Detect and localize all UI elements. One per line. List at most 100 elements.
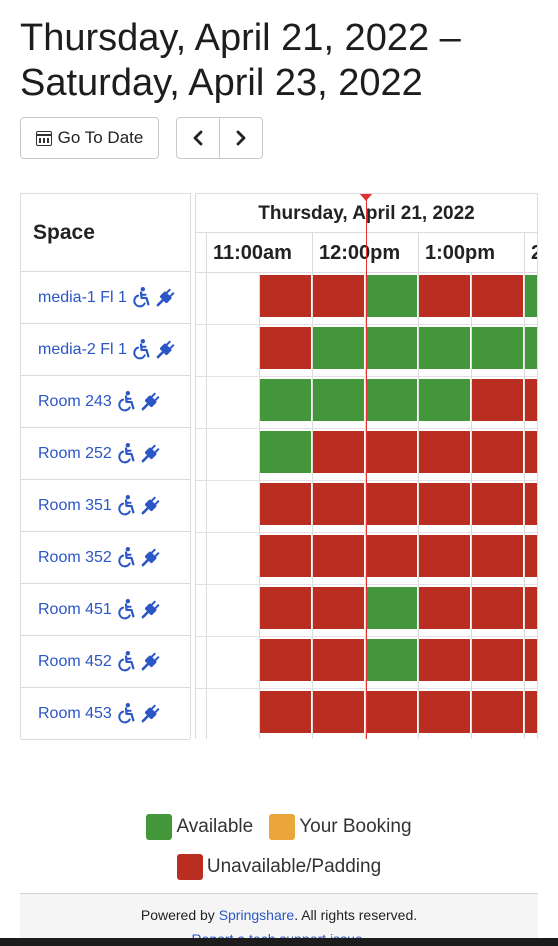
space-link[interactable]: Room 252 — [38, 445, 112, 463]
legend-available: Available — [146, 814, 253, 840]
space-link[interactable]: Room 351 — [38, 497, 112, 515]
bottom-bar — [0, 938, 558, 946]
unavailable-slot — [524, 691, 537, 733]
unavailable-slot — [365, 691, 418, 733]
power-plug-icon — [138, 494, 162, 518]
calendar-icon — [35, 130, 52, 146]
power-plug-icon — [138, 702, 162, 726]
space-row: Room 352 — [21, 532, 190, 584]
available-slot[interactable] — [524, 327, 537, 369]
space-row: Room 252 — [21, 428, 190, 480]
grid-line — [418, 273, 419, 739]
chevron-left-icon — [193, 130, 203, 146]
available-slot[interactable] — [259, 431, 312, 473]
unavailable-slot — [471, 535, 524, 577]
powered-by-text: Powered by — [140, 907, 215, 923]
unavailable-slot — [259, 327, 312, 369]
accessible-icon — [115, 442, 137, 466]
space-link[interactable]: media-2 Fl 1 — [38, 341, 127, 359]
go-to-date-button[interactable]: Go To Date — [20, 117, 159, 159]
unavailable-slot — [312, 275, 365, 317]
unavailable-slot — [259, 639, 312, 681]
available-slot[interactable] — [365, 327, 418, 369]
power-plug-icon — [138, 598, 162, 622]
available-slot[interactable] — [259, 379, 312, 421]
available-slot[interactable] — [365, 379, 418, 421]
unavailable-slot — [418, 587, 471, 629]
grid-line — [259, 273, 260, 739]
grid-line — [312, 273, 313, 739]
space-column-header: Space — [21, 193, 190, 272]
unavailable-slot — [471, 379, 524, 421]
unavailable-slot — [471, 275, 524, 317]
available-slot[interactable] — [471, 327, 524, 369]
available-slot[interactable] — [365, 587, 418, 629]
available-slot[interactable] — [312, 327, 365, 369]
springshare-link[interactable]: Springshare — [219, 907, 295, 923]
available-slot[interactable] — [365, 275, 418, 317]
unavailable-slot — [471, 691, 524, 733]
unavailable-slot — [259, 483, 312, 525]
space-link[interactable]: Room 452 — [38, 653, 112, 671]
available-slot[interactable] — [524, 275, 537, 317]
time-label: 2 — [524, 233, 537, 273]
grid-line — [206, 273, 207, 739]
accessible-icon — [130, 338, 152, 362]
chevron-right-icon — [236, 130, 246, 146]
time-label: 11:00am — [206, 233, 292, 273]
unavailable-slot — [259, 691, 312, 733]
space-link[interactable]: media-1 Fl 1 — [38, 289, 127, 307]
your-booking-swatch — [269, 814, 296, 840]
legend-available-label: Available — [176, 816, 254, 837]
unavailable-slot — [365, 483, 418, 525]
next-button[interactable] — [219, 118, 262, 158]
space-row: Room 351 — [21, 480, 190, 532]
unavailable-slot — [524, 639, 537, 681]
available-slot[interactable] — [418, 379, 471, 421]
space-row: Room 453 — [21, 688, 190, 740]
available-slot[interactable] — [365, 639, 418, 681]
current-time-marker — [359, 194, 373, 201]
availability-schedule: Space media-1 Fl 1 media-2 Fl 1 Room 243 Ro… — [20, 193, 538, 740]
available-slot[interactable] — [312, 379, 365, 421]
unavailable-slot — [471, 639, 524, 681]
unavailable-slot — [418, 275, 471, 317]
space-link[interactable]: Room 243 — [38, 393, 112, 411]
previous-button[interactable] — [177, 118, 219, 158]
legend-unavailable: Unavailable/Padding — [176, 854, 381, 880]
time-label: 12:00pm — [312, 233, 400, 273]
space-row: Room 243 — [21, 376, 190, 428]
space-row: media-1 Fl 1 — [21, 272, 190, 324]
unavailable-slot — [418, 535, 471, 577]
rights-text: . All rights reserved. — [294, 907, 418, 923]
power-plug-icon — [138, 442, 162, 466]
unavailable-slot — [312, 587, 365, 629]
space-link[interactable]: Room 352 — [38, 549, 112, 567]
unavailable-slot — [524, 431, 537, 473]
unavailable-slot — [312, 483, 365, 525]
unavailable-slot — [524, 379, 537, 421]
unavailable-slot — [259, 535, 312, 577]
accessible-icon — [115, 494, 137, 518]
available-slot[interactable] — [418, 327, 471, 369]
accessible-icon — [130, 286, 152, 310]
accessible-icon — [115, 702, 137, 726]
available-swatch — [146, 814, 173, 840]
timeline-grid[interactable]: Thursday, April 21, 2022 11:00am 12:00pm 1… — [195, 193, 538, 739]
unavailable-slot — [524, 483, 537, 525]
space-column: Space media-1 Fl 1 media-2 Fl 1 Room 243 Ro… — [20, 193, 191, 740]
unavailable-slot — [365, 535, 418, 577]
space-link[interactable]: Room 451 — [38, 601, 112, 619]
space-link[interactable]: Room 453 — [38, 705, 112, 723]
unavailable-slot — [524, 535, 537, 577]
unavailable-slot — [312, 431, 365, 473]
accessible-icon — [115, 390, 137, 414]
power-plug-icon — [153, 338, 177, 362]
power-plug-icon — [153, 286, 177, 310]
date-nav-group — [176, 117, 263, 159]
unavailable-slot — [312, 535, 365, 577]
unavailable-slot — [471, 483, 524, 525]
accessible-icon — [115, 598, 137, 622]
space-row: Room 452 — [21, 636, 190, 688]
power-plug-icon — [138, 546, 162, 570]
